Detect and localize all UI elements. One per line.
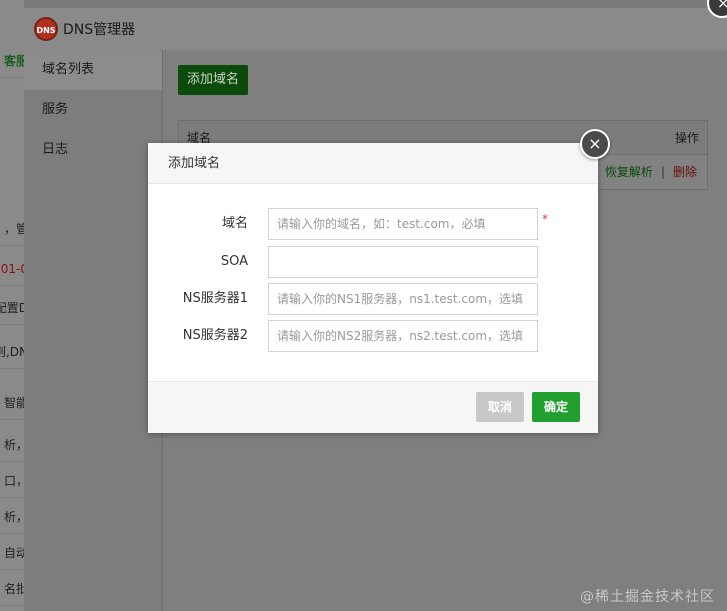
ns2-label: NS服务器2 [182, 328, 248, 343]
required-asterisk: * [542, 212, 548, 226]
screen: 客服 ，管 01-0 配置D 则,DN 智能 析， 口， 析， 自动 名批 DN… [0, 0, 727, 611]
add-domain-dialog: 添加域名 × 域名 * SOA NS服务器1 NS服务器2 取消 确定 [148, 129, 610, 433]
ns2-input[interactable] [268, 320, 538, 352]
dialog-close-icon[interactable]: × [580, 129, 610, 159]
watermark: @稀土掘金技术社区 [580, 589, 715, 605]
confirm-button[interactable]: 确定 [532, 392, 580, 422]
form-row-ns2: NS服务器2 [148, 320, 598, 352]
domain-input[interactable] [268, 208, 538, 240]
ns1-input[interactable] [268, 283, 538, 315]
soa-input[interactable] [268, 246, 538, 278]
dialog-title: 添加域名 [148, 143, 598, 184]
form-row-ns1: NS服务器1 [148, 283, 598, 315]
dialog-footer: 取消 确定 [148, 381, 598, 433]
form-row-domain: 域名 * [148, 208, 598, 240]
form-row-soa: SOA [148, 246, 598, 278]
domain-label: 域名 [221, 216, 248, 231]
cancel-button[interactable]: 取消 [476, 392, 524, 422]
soa-label: SOA [220, 254, 248, 269]
ns1-label: NS服务器1 [182, 291, 248, 306]
